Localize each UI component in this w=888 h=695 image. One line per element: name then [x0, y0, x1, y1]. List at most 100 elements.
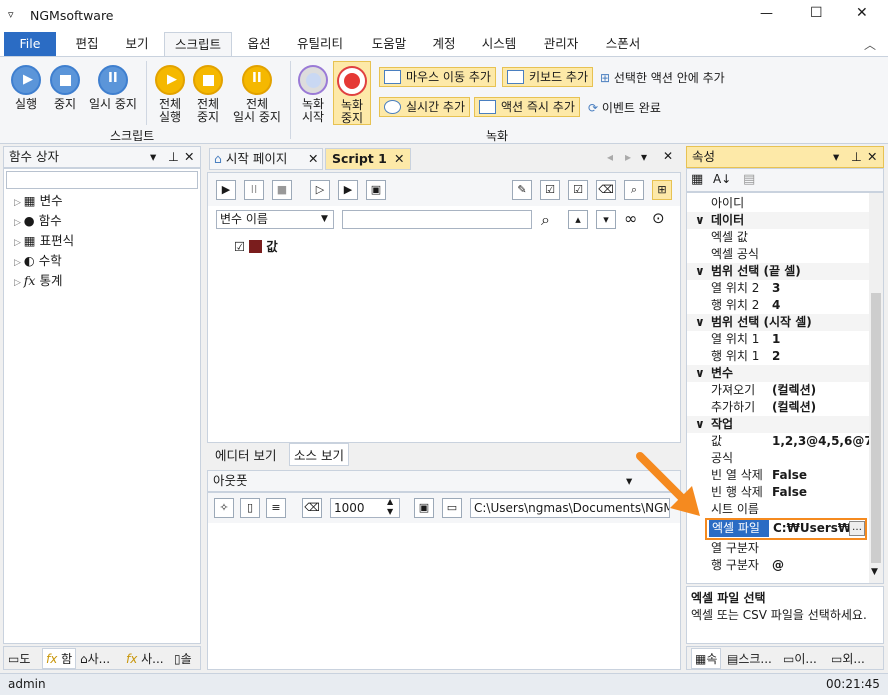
stop-button[interactable]: ■ [272, 180, 292, 200]
property-value[interactable]: 3 [772, 280, 872, 297]
property-row[interactable]: 행 구분자 @ [687, 557, 877, 574]
bottom-tab-2[interactable]: fx 함 [42, 648, 77, 669]
property-row[interactable]: 엑셀 파일 C:₩Users₩… [705, 518, 867, 540]
save-icon[interactable]: ▣ [414, 498, 434, 518]
pin-icon[interactable]: ⊥ [168, 147, 179, 167]
property-value[interactable]: 4 [772, 297, 872, 314]
tree-item-statistics[interactable]: ▷ fx 통계 [14, 271, 62, 291]
property-row[interactable]: 행 위치 2 4 [687, 297, 877, 314]
stop-button[interactable]: 중지 [48, 65, 82, 111]
property-row[interactable]: 열 구분자 [687, 540, 877, 557]
property-value[interactable]: @ [772, 557, 872, 574]
file-menu[interactable]: File [4, 32, 56, 56]
tab-system[interactable]: 시스템 [472, 32, 526, 56]
bottom-tab-4[interactable]: fx 사... [126, 650, 164, 667]
folder-icon[interactable]: ▭ [442, 498, 462, 518]
edit-icon[interactable]: ✎ [512, 180, 532, 200]
system-menu-icon[interactable]: ▿ [8, 8, 14, 21]
pin-icon[interactable]: ⊥ [851, 147, 862, 167]
property-row[interactable]: 가져오기 (컬렉션) [687, 382, 877, 399]
tab-view[interactable]: 보기 [112, 32, 162, 56]
tab-admin[interactable]: 관리자 [534, 32, 588, 56]
property-pages-icon[interactable]: ▤ [743, 172, 755, 187]
dropdown-icon[interactable]: ▾ [626, 471, 632, 491]
script-node[interactable]: ☑ 값 [234, 236, 278, 255]
tab-options[interactable]: 옵션 [236, 32, 282, 56]
line-count-stepper[interactable]: 1000 ▲ ▼ [330, 497, 400, 518]
run-button[interactable]: ▶ 실행 [8, 65, 44, 111]
property-value[interactable]: 1,2,3@4,5,6@7 [772, 433, 872, 450]
property-category[interactable]: ∨ 변수 [687, 365, 877, 382]
bottom-tab-3[interactable]: ⌂사... [80, 650, 110, 667]
property-row[interactable]: 추가하기 (컬렉션) [687, 399, 877, 416]
variable-name-combo[interactable]: 변수 이름 ▼ [216, 210, 334, 229]
step-into-button[interactable]: ▶ [338, 180, 358, 200]
tab-account[interactable]: 계정 [424, 32, 464, 56]
collapse-icon[interactable]: ∨ [695, 314, 705, 331]
tab-utility[interactable]: 유틸리티 [290, 32, 350, 56]
checkbox[interactable]: ☑ [234, 239, 245, 254]
scrollbar[interactable]: ▼ [869, 193, 883, 583]
scroll-down-icon[interactable]: ▼ [871, 567, 878, 577]
property-row[interactable]: 아이디 [687, 195, 877, 212]
add-mouse-move-button[interactable]: 마우스 이동 추가 [379, 67, 496, 87]
new-log-icon[interactable]: ▯ [240, 498, 260, 518]
tree-item-math[interactable]: ▷ ◐ 수학 [14, 251, 62, 271]
property-row[interactable]: 값 1,2,3@4,5,6@7 [687, 433, 877, 450]
bottom-tab-1[interactable]: ▭도 [8, 650, 30, 667]
image-tab[interactable]: ▭이... [783, 650, 817, 667]
bottom-tab-5[interactable]: ▯솔 [174, 650, 192, 667]
source-view-tab[interactable]: 소스 보기 [289, 443, 349, 466]
infinity-icon[interactable]: ∞ [624, 209, 637, 228]
maximize-button[interactable]: ☐ [810, 5, 823, 21]
scroll-right-icon[interactable]: ▸ [625, 150, 631, 164]
record-stop-button[interactable]: 녹화 중지 [333, 61, 371, 125]
step-over-button[interactable]: ▣ [366, 180, 386, 200]
tab-sponsor[interactable]: 스폰서 [596, 32, 650, 56]
add-realtime-button[interactable]: 실시간 추가 [379, 97, 471, 117]
dropdown-icon[interactable]: ▾ [833, 147, 839, 167]
more-icon[interactable]: ⊙ [652, 209, 665, 227]
toolbox-search-input[interactable] [6, 171, 198, 189]
tree-item-functions[interactable]: ▷ ● 함수 [14, 211, 62, 231]
stepper-arrows-icon[interactable]: ▲ ▼ [387, 497, 393, 517]
property-value[interactable]: 1 [772, 331, 872, 348]
add-action-immediate-button[interactable]: 액션 즉시 추가 [474, 97, 580, 117]
close-icon[interactable]: ✕ [184, 147, 194, 167]
stop-all-button[interactable]: 전체 중지 [190, 65, 226, 124]
delete-icon[interactable]: ⌫ [596, 180, 616, 200]
eraser-icon[interactable]: ⌫ [302, 498, 322, 518]
search-icon[interactable]: ⌕ [624, 180, 644, 200]
run-all-button[interactable]: ▶ 전체 실행 [152, 65, 188, 124]
tab-script-1[interactable]: Script 1 ✕ [325, 148, 411, 170]
property-row[interactable]: 열 위치 1 1 [687, 331, 877, 348]
move-down-button[interactable]: ▾ [596, 210, 616, 229]
property-value[interactable]: (컬렉션) [772, 382, 872, 399]
close-button[interactable]: ✕ [856, 5, 868, 21]
variable-search-input[interactable] [342, 210, 532, 229]
property-category[interactable]: ∨ 데이터 [687, 212, 877, 229]
collapse-icon[interactable]: ∨ [695, 263, 705, 280]
property-row[interactable]: 행 위치 1 2 [687, 348, 877, 365]
property-value[interactable]: (컬렉션) [772, 399, 872, 416]
tab-edit[interactable]: 편집 [62, 32, 112, 56]
property-value[interactable]: 2 [772, 348, 872, 365]
inside-selected-action-toggle[interactable]: ⊞ 선택한 액션 안에 추가 [600, 69, 725, 86]
search-icon[interactable]: ⌕ [541, 210, 550, 230]
check-icon[interactable]: ☑ [568, 180, 588, 200]
event-complete-button[interactable]: ⟳ 이벤트 완료 [588, 99, 661, 116]
editor-view-tab[interactable]: 에디터 보기 [215, 445, 276, 464]
external-tab[interactable]: ▭외... [831, 650, 865, 667]
script-tab[interactable]: ▤스크... [727, 650, 772, 667]
property-value[interactable]: False [772, 484, 872, 501]
close-icon[interactable]: ✕ [867, 147, 877, 167]
tab-start-page[interactable]: ⌂ 시작 페이지 ✕ [209, 148, 323, 170]
properties-tab[interactable]: ▦속 [691, 648, 722, 669]
close-icon[interactable]: ✕ [308, 149, 318, 169]
add-keyboard-button[interactable]: 키보드 추가 [502, 67, 594, 87]
check-all-icon[interactable]: ☑ [540, 180, 560, 200]
property-row[interactable]: 빈 열 삭제 False [687, 467, 877, 484]
scrollbar-thumb[interactable] [871, 293, 881, 563]
pause-button[interactable]: II [244, 180, 264, 200]
pause-all-button[interactable]: II 전체 일시 중지 [228, 65, 286, 124]
